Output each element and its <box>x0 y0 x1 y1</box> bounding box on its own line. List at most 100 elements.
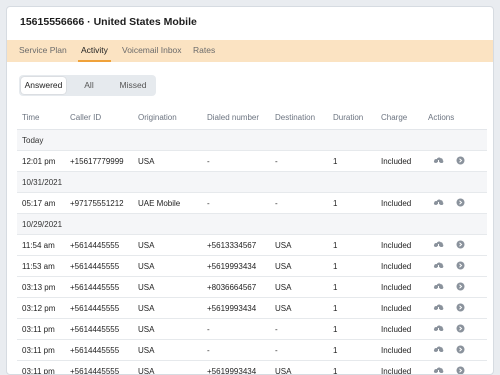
date-group-label: Today <box>17 129 487 151</box>
charge-cell: Included <box>376 276 423 298</box>
destination-cell: USA <box>270 297 328 319</box>
duration-cell: 1 <box>328 318 376 340</box>
caller-id-cell: +97175551212 <box>65 192 133 214</box>
actions-cell <box>423 234 487 256</box>
table-body: Today 12:01 pm +15617779999 USA - -1 Included 1… <box>17 129 487 374</box>
date-group-label: 10/31/2021 <box>17 171 487 193</box>
caller-id-cell: +15617779999 <box>65 150 133 172</box>
duration-cell: 1 <box>328 360 376 374</box>
origination-cell: UAE Mobile <box>133 192 202 214</box>
col-charge: Charge <box>376 105 423 130</box>
time-cell: 03:11 pm <box>17 360 65 374</box>
table-header: Time Caller ID Origination Dialed number… <box>17 105 487 130</box>
table-row[interactable]: 12:01 pm +15617779999 USA - -1 Included <box>17 150 487 172</box>
duration-cell: 1 <box>328 339 376 361</box>
origination-cell: USA <box>133 360 202 374</box>
more-circle-icon[interactable] <box>456 261 465 272</box>
charge-cell: Included <box>376 339 423 361</box>
cloud-download-icon[interactable] <box>433 156 444 167</box>
time-cell: 03:12 pm <box>17 297 65 319</box>
activity-table: Time Caller ID Origination Dialed number… <box>17 105 487 374</box>
table-row[interactable]: 03:13 pm +5614445555 USA +8036664567 USA 1 Inc… <box>17 276 487 298</box>
actions-cell <box>423 150 487 172</box>
more-circle-icon[interactable] <box>456 198 465 209</box>
table-row[interactable]: 03:11 pm +5614445555 USA - -1 Included <box>17 339 487 361</box>
caller-id-cell: +5614445555 <box>65 255 133 277</box>
origination-cell: USA <box>133 339 202 361</box>
more-circle-icon[interactable] <box>456 324 465 335</box>
time-cell: 03:13 pm <box>17 276 65 298</box>
charge-cell: Included <box>376 234 423 256</box>
col-duration: Duration <box>328 105 376 130</box>
cloud-download-icon[interactable] <box>433 324 444 335</box>
table-row[interactable]: 03:11 pm +5614445555 USA - -1 Included <box>17 318 487 340</box>
dialed-number-cell: - <box>202 318 270 340</box>
date-group-row: 10/31/2021 <box>17 171 487 193</box>
more-circle-icon[interactable] <box>456 366 465 374</box>
origination-cell: USA <box>133 276 202 298</box>
cloud-download-icon[interactable] <box>433 282 444 293</box>
destination-cell: USA <box>270 234 328 256</box>
actions-cell <box>423 192 487 214</box>
tab-service-plan[interactable]: Service Plan <box>19 40 67 62</box>
tab-activity[interactable]: Activity <box>78 40 111 62</box>
dialed-number-cell: - <box>202 192 270 214</box>
origination-cell: USA <box>133 255 202 277</box>
table-row[interactable]: 11:53 am +5614445555 USA +5619993434 USA 1 Inc… <box>17 255 487 277</box>
caller-id-cell: +5614445555 <box>65 318 133 340</box>
dialed-number-cell: +5619993434 <box>202 297 270 319</box>
charge-cell: Included <box>376 255 423 277</box>
time-cell: 11:53 am <box>17 255 65 277</box>
duration-cell: 1 <box>328 276 376 298</box>
table-row[interactable]: 03:11 pm +5614445555 USA +5619993434 USA 1 Inc… <box>17 360 487 374</box>
title-separator: · <box>84 16 94 28</box>
caller-id-cell: +5614445555 <box>65 360 133 374</box>
more-circle-icon[interactable] <box>456 240 465 251</box>
phone-number: 15615556666 <box>20 16 85 28</box>
caller-id-cell: +5614445555 <box>65 297 133 319</box>
actions-cell <box>423 255 487 277</box>
charge-cell: Included <box>376 192 423 214</box>
caller-id-cell: +5614445555 <box>65 276 133 298</box>
carrier-name: United States Mobile <box>93 16 197 28</box>
table-row[interactable]: 03:12 pm +5614445555 USA +5619993434 USA 1 Inc… <box>17 297 487 319</box>
col-destination: Destination <box>270 105 328 130</box>
charge-cell: Included <box>376 150 423 172</box>
caller-id-cell: +5614445555 <box>65 234 133 256</box>
filter-answered[interactable]: Answered <box>21 77 66 94</box>
filter-all[interactable]: All <box>68 77 110 94</box>
actions-cell <box>423 318 487 340</box>
cloud-download-icon[interactable] <box>433 366 444 374</box>
destination-cell: - <box>270 192 328 214</box>
more-circle-icon[interactable] <box>456 303 465 314</box>
tab-bar: Service Plan Activity Voicemail Inbox Ra… <box>7 40 493 62</box>
origination-cell: USA <box>133 297 202 319</box>
filter-missed[interactable]: Missed <box>112 77 154 94</box>
tab-rates[interactable]: Rates <box>193 40 215 62</box>
charge-cell: Included <box>376 297 423 319</box>
cloud-download-icon[interactable] <box>433 261 444 272</box>
col-caller-id: Caller ID <box>65 105 133 130</box>
cloud-download-icon[interactable] <box>433 303 444 314</box>
actions-cell <box>423 360 487 374</box>
cloud-download-icon[interactable] <box>433 198 444 209</box>
more-circle-icon[interactable] <box>456 345 465 356</box>
more-circle-icon[interactable] <box>456 282 465 293</box>
more-circle-icon[interactable] <box>456 156 465 167</box>
page-title: 15615556666 · United States Mobile <box>20 16 197 28</box>
table-row[interactable]: 05:17 am +97175551212 UAE Mobile - -1 Include… <box>17 192 487 214</box>
destination-cell: - <box>270 339 328 361</box>
cloud-download-icon[interactable] <box>433 345 444 356</box>
tab-voicemail-inbox[interactable]: Voicemail Inbox <box>122 40 182 62</box>
duration-cell: 1 <box>328 234 376 256</box>
table-row[interactable]: 11:54 am +5614445555 USA +5613334567 USA 1 Inc… <box>17 234 487 256</box>
cloud-download-icon[interactable] <box>433 240 444 251</box>
dialed-number-cell: - <box>202 150 270 172</box>
time-cell: 05:17 am <box>17 192 65 214</box>
actions-cell <box>423 339 487 361</box>
destination-cell: - <box>270 318 328 340</box>
dialed-number-cell: +5613334567 <box>202 234 270 256</box>
caller-id-cell: +5614445555 <box>65 339 133 361</box>
dialed-number-cell: - <box>202 339 270 361</box>
charge-cell: Included <box>376 360 423 374</box>
